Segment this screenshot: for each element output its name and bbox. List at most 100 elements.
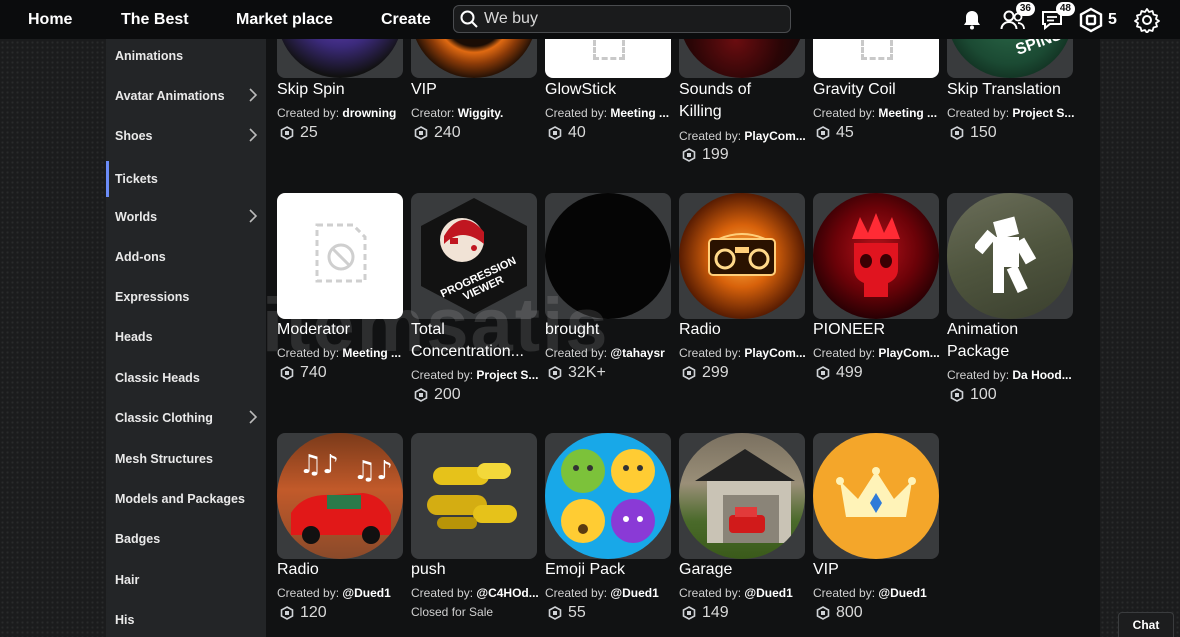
item-creator: Created by: @tahaysr bbox=[545, 345, 673, 361]
item-title[interactable]: VIP bbox=[813, 559, 941, 581]
item-title[interactable]: Radio bbox=[679, 319, 807, 341]
creator-prefix: Created by: bbox=[679, 586, 742, 600]
nav-the-best[interactable]: The Best bbox=[121, 11, 189, 29]
crown-image bbox=[836, 467, 916, 517]
creator-name[interactable]: Project S... bbox=[1012, 106, 1074, 120]
item-title[interactable]: Animation Package bbox=[947, 319, 1075, 363]
item-thumbnail[interactable] bbox=[545, 39, 671, 78]
friends-icon[interactable]: 36 bbox=[997, 2, 1035, 36]
price-value: 299 bbox=[702, 364, 729, 381]
bell-icon[interactable] bbox=[956, 4, 988, 36]
item-price: 40 bbox=[545, 123, 586, 143]
item-title[interactable]: PIONEER bbox=[813, 319, 941, 341]
creator-prefix: Created by: bbox=[545, 346, 608, 360]
sidebar-item-badges[interactable]: Badges bbox=[106, 524, 266, 554]
item-title[interactable]: VIP bbox=[411, 79, 539, 101]
item-thumbnail[interactable]: PROGRESSION VIEWER bbox=[411, 193, 537, 319]
sidebar-item-label: Worlds bbox=[115, 210, 158, 224]
robux-icon bbox=[280, 366, 294, 380]
nav-market-place[interactable]: Market place bbox=[236, 11, 333, 29]
item-title[interactable]: Skip Translation bbox=[947, 79, 1075, 101]
item-title[interactable]: brought bbox=[545, 319, 673, 341]
item-thumbnail[interactable]: ♫♪ ♫♪ bbox=[277, 433, 403, 559]
sidebar-item-heads[interactable]: Heads bbox=[106, 322, 266, 352]
item-thumbnail[interactable] bbox=[679, 39, 805, 78]
item-title[interactable]: Skip Spin bbox=[277, 79, 405, 101]
nav-create[interactable]: Create bbox=[381, 11, 431, 29]
creator-prefix: Created by: bbox=[813, 346, 876, 360]
creator-name[interactable]: PlayCom... bbox=[744, 129, 805, 143]
sidebar-item-worlds[interactable]: Worlds bbox=[106, 202, 266, 232]
messages-icon[interactable]: 48 bbox=[1037, 2, 1075, 36]
item-title[interactable]: Garage bbox=[679, 559, 807, 581]
item-creator: Created by: PlayCom... bbox=[679, 128, 807, 144]
item-title[interactable]: GlowStick bbox=[545, 79, 673, 101]
item-thumbnail[interactable] bbox=[813, 193, 939, 319]
creator-name[interactable]: drowning bbox=[342, 106, 396, 120]
sidebar-item-tickets[interactable]: Tickets bbox=[106, 161, 266, 197]
sidebar-item-classic-heads[interactable]: Classic Heads bbox=[106, 363, 266, 393]
item-thumbnail[interactable]: SPINS bbox=[947, 39, 1073, 78]
item-title[interactable]: Moderator bbox=[277, 319, 405, 341]
sidebar-item-animations[interactable]: Animations bbox=[106, 41, 266, 71]
sidebar-item-label: Classic Clothing bbox=[115, 411, 213, 425]
item-thumbnail[interactable] bbox=[411, 433, 537, 559]
creator-name[interactable]: @Dued1 bbox=[878, 586, 926, 600]
creator-name[interactable]: PlayCom... bbox=[878, 346, 939, 360]
creator-name[interactable]: @Dued1 bbox=[610, 586, 658, 600]
creator-name[interactable]: Meeting ... bbox=[878, 106, 937, 120]
creator-name[interactable]: PlayCom... bbox=[744, 346, 805, 360]
item-thumbnail[interactable] bbox=[679, 433, 805, 559]
item-title[interactable]: push bbox=[411, 559, 539, 581]
sidebar-item-models-and-packages[interactable]: Models and Packages bbox=[106, 484, 266, 514]
sidebar-item-shoes[interactable]: Shoes bbox=[106, 121, 266, 151]
sidebar-item-mesh-structures[interactable]: Mesh Structures bbox=[106, 444, 266, 474]
item-thumbnail[interactable] bbox=[545, 193, 671, 319]
chat-button[interactable]: Chat bbox=[1118, 612, 1174, 637]
robux-icon bbox=[950, 126, 964, 140]
creator-name[interactable]: Project S... bbox=[476, 368, 538, 382]
sidebar-item-avatar-animations[interactable]: Avatar Animations bbox=[106, 81, 266, 111]
item-thumbnail[interactable] bbox=[277, 39, 403, 78]
item-creator: Created by: @Dued1 bbox=[277, 585, 405, 601]
item-creator: Created by: Meeting ... bbox=[545, 105, 673, 121]
sidebar-item-label: Models and Packages bbox=[115, 492, 245, 506]
item-title[interactable]: Emoji Pack bbox=[545, 559, 673, 581]
creator-name[interactable]: @C4HOd... bbox=[476, 586, 538, 600]
nav-home[interactable]: Home bbox=[28, 11, 72, 29]
item-title[interactable]: Total Concentration... bbox=[411, 319, 539, 363]
creator-name[interactable]: @tahaysr bbox=[610, 346, 664, 360]
price-value: 499 bbox=[836, 364, 863, 381]
item-creator: Created by: Da Hood... bbox=[947, 367, 1075, 383]
item-thumbnail[interactable] bbox=[277, 193, 403, 319]
creator-name[interactable]: @Dued1 bbox=[744, 586, 792, 600]
sidebar-item-expressions[interactable]: Expressions bbox=[106, 282, 266, 312]
creator-name[interactable]: Da Hood... bbox=[1012, 368, 1071, 382]
item-title[interactable]: Sounds of Killing bbox=[679, 79, 779, 123]
creator-name[interactable]: Meeting ... bbox=[610, 106, 669, 120]
gear-icon[interactable] bbox=[1131, 4, 1163, 36]
robux-icon bbox=[548, 606, 562, 620]
creator-name[interactable]: Meeting ... bbox=[342, 346, 401, 360]
sidebar-item-his[interactable]: His bbox=[106, 605, 266, 635]
item-thumbnail[interactable] bbox=[411, 39, 537, 78]
creator-name[interactable]: Wiggity. bbox=[458, 106, 504, 120]
item-price: 25 bbox=[277, 123, 318, 143]
item-title[interactable]: Radio bbox=[277, 559, 405, 581]
item-thumbnail[interactable] bbox=[813, 433, 939, 559]
search-icon[interactable] bbox=[454, 5, 484, 33]
item-thumbnail[interactable] bbox=[813, 39, 939, 78]
item-thumbnail[interactable] bbox=[947, 193, 1073, 319]
item-title[interactable]: Gravity Coil bbox=[813, 79, 941, 101]
sidebar-item-label: Avatar Animations bbox=[115, 89, 225, 103]
sidebar-item-hair[interactable]: Hair bbox=[106, 565, 266, 595]
item-thumbnail[interactable] bbox=[679, 193, 805, 319]
sidebar-item-classic-clothing[interactable]: Classic Clothing bbox=[106, 403, 266, 433]
item-thumbnail[interactable] bbox=[545, 433, 671, 559]
sidebar-item-add-ons[interactable]: Add-ons bbox=[106, 242, 266, 272]
item-price: 499 bbox=[813, 363, 863, 383]
item-price: 740 bbox=[277, 363, 327, 383]
search-input[interactable] bbox=[484, 10, 774, 28]
robux-icon[interactable] bbox=[1075, 4, 1107, 36]
creator-name[interactable]: @Dued1 bbox=[342, 586, 390, 600]
